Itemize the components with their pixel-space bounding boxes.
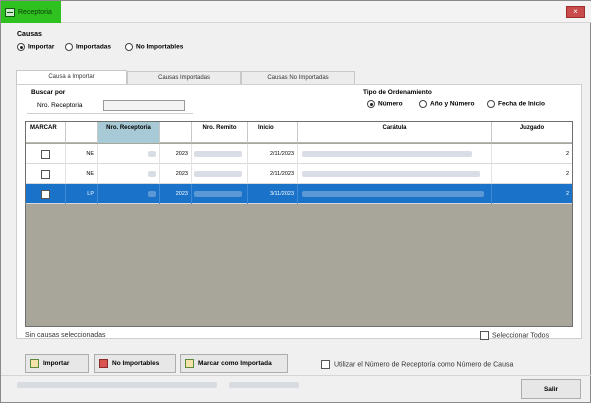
no-importables-button[interactable]: No Importables [94,354,176,373]
app-icon [5,7,15,17]
marcar-checkbox[interactable] [41,149,50,159]
radio-importar-label: Importar [28,43,55,51]
row-receptoria [98,164,160,184]
footer-status-extra [229,382,299,388]
row-tipo: NE [66,144,98,164]
radio-orden-anio[interactable]: Año y Número [419,100,474,108]
marcar-importada-button[interactable]: Marcar como Importada [180,354,288,373]
tab-causas-importadas[interactable]: Causas Importadas [127,71,241,84]
row-inicio: 2/11/2023 [248,144,298,164]
table-row-selected[interactable]: LP 2023 3/11/2023 2 [26,184,572,204]
salir-button[interactable]: Salir [521,379,581,399]
usar-numero-checkbox[interactable] [321,360,330,369]
col-nro-remito[interactable]: Nro. Remito [192,122,248,143]
buscar-label: Buscar por [31,89,66,96]
row-juzgado: 2 [565,191,569,197]
row-tipo: LP [66,184,98,204]
marcar-checkbox[interactable] [41,189,50,199]
tab-causas-no-importadas[interactable]: Causas No Importadas [241,71,355,84]
grid-header: MARCAR Nro. Receptoria Nro. Remito Inici… [26,122,572,143]
radio-importadas[interactable]: Importadas [65,43,111,51]
radio-orden-fecha-circle[interactable] [487,100,495,108]
window-title: Receptoria [18,8,52,16]
row-remito [192,164,248,184]
footer-divider [1,375,591,376]
row-receptoria [98,184,160,204]
row-juzgado: 2 [565,151,569,157]
radio-orden-anio-circle[interactable] [419,100,427,108]
row-caratula [298,184,492,204]
mark-icon [185,359,194,368]
radio-orden-anio-label: Año y Número [430,100,475,108]
causas-label: Causas [17,31,42,38]
radio-orden-numero-circle[interactable] [367,100,375,108]
usar-numero-option[interactable]: Utilizar el Número de Receptoría como Nú… [321,360,513,369]
row-juzgado: 2 [565,171,569,177]
row-caratula [298,164,492,184]
row-checkbox-cell[interactable] [26,184,66,204]
col-caratula[interactable]: Carátula [298,122,492,143]
no-importables-label: No Importables [112,360,160,367]
radio-no-importables-label: No Importables [136,43,184,51]
radio-importar[interactable]: Importar [17,43,54,51]
title-bar: Receptoria × [1,1,591,23]
row-remito [192,144,248,164]
radio-orden-numero-label: Número [378,100,403,108]
radio-orden-fecha[interactable]: Fecha de Inicio [487,100,545,108]
col-tipo[interactable] [66,122,98,143]
marcar-checkbox[interactable] [41,169,50,179]
col-marcar[interactable]: MARCAR [26,122,66,143]
row-inicio: 2/11/2023 [248,164,298,184]
seleccionar-todos[interactable]: Seleccionar Todos [480,331,549,340]
close-button[interactable]: × [566,6,585,18]
col-anio[interactable] [160,122,192,143]
importar-button[interactable]: Importar [25,354,89,373]
row-caratula [298,144,492,164]
row-tipo: NE [66,164,98,184]
footer-status [17,382,217,388]
nro-receptoria-label: Nro. Receptoria [37,102,83,109]
causas-grid[interactable]: MARCAR Nro. Receptoria Nro. Remito Inici… [25,121,573,327]
col-nro-receptoria[interactable]: Nro. Receptoria [98,122,160,143]
col-inicio[interactable]: Inicio [248,122,298,143]
row-inicio: 3/11/2023 [248,184,298,204]
radio-importar-circle[interactable] [17,43,25,51]
marcar-importada-label: Marcar como Importada [198,360,272,367]
row-remito [192,184,248,204]
orden-label: Tipo de Ordenamiento [363,89,432,96]
row-anio: 2023 [160,184,192,204]
import-icon [30,359,39,368]
seleccionar-todos-label: Seleccionar Todos [492,332,550,340]
row-anio: 2023 [160,144,192,164]
usar-numero-label: Utilizar el Número de Receptoría como Nú… [334,361,514,369]
main-window: Receptoria × Causas Importar Importadas … [0,0,591,403]
table-row[interactable]: NE 2023 2/11/2023 2 [26,144,572,164]
row-checkbox-cell[interactable] [26,164,66,184]
radio-orden-fecha-label: Fecha de Inicio [498,100,545,108]
radio-no-importables[interactable]: No Importables [125,43,183,51]
radio-orden-numero[interactable]: Número [367,100,403,108]
radio-no-importables-circle[interactable] [125,43,133,51]
reject-icon [99,359,108,368]
tab-causa-a-importar[interactable]: Causa a Importar [16,70,127,84]
title-badge: Receptoria [1,1,61,23]
importar-label: Importar [43,360,70,367]
seleccionar-todos-checkbox[interactable] [480,331,489,340]
nro-receptoria-input[interactable] [103,100,185,111]
col-juzgado[interactable]: Juzgado [492,122,572,143]
radio-importadas-label: Importadas [76,43,112,51]
seleccion-status: Sin causas seleccionadas [25,332,106,339]
row-anio: 2023 [160,164,192,184]
row-checkbox-cell[interactable] [26,144,66,164]
radio-importadas-circle[interactable] [65,43,73,51]
table-row[interactable]: NE 2023 2/11/2023 2 [26,164,572,184]
row-receptoria [98,144,160,164]
